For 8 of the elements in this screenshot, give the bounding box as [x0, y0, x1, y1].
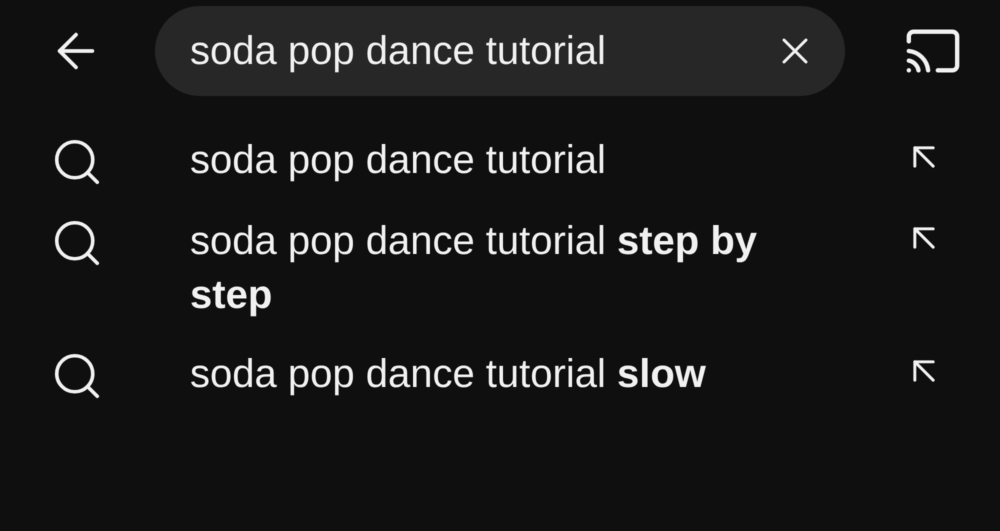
suggestion-item[interactable]: soda pop dance tutorial slow: [0, 347, 1000, 403]
suggestion-item[interactable]: soda pop dance tutorial: [0, 133, 1000, 189]
search-field[interactable]: soda pop dance tutorial: [155, 6, 845, 96]
suggestion-item[interactable]: soda pop dance tutorial step by step: [0, 214, 1000, 322]
search-input[interactable]: soda pop dance tutorial: [190, 21, 773, 81]
suggestion-text: soda pop dance tutorial slow: [190, 351, 707, 398]
suggestion-text: soda pop dance tutorial step by step: [190, 218, 758, 319]
suggestion-text: soda pop dance tutorial: [190, 137, 607, 184]
